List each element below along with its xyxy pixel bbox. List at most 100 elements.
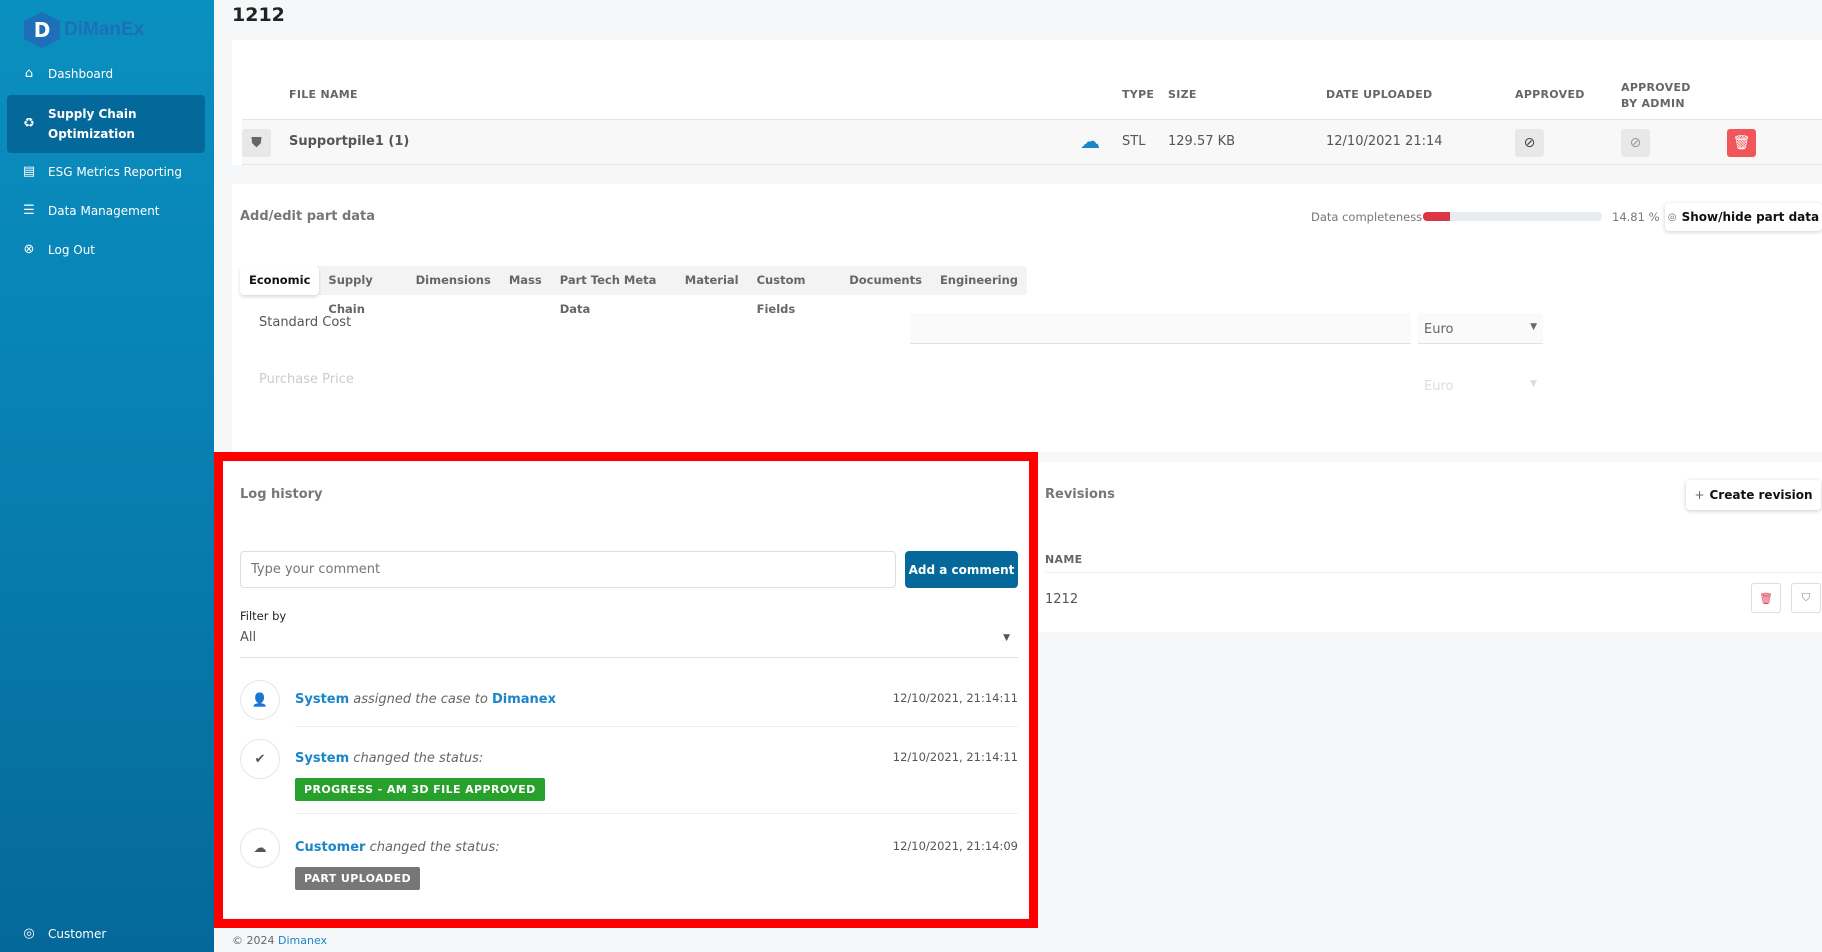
value: Euro [1424, 379, 1454, 394]
sidebar-item-logout[interactable]: ⊗ Log Out [22, 242, 95, 257]
footer: © 2024 Dimanex [232, 934, 327, 947]
caret-down-icon: ▼ [1003, 633, 1010, 643]
copyright: © 2024 [232, 934, 275, 947]
comment-input[interactable] [240, 551, 896, 588]
revisions-card: Revisions + Create revision NAME 1212 🗑 ⛉ [1038, 462, 1822, 632]
actor[interactable]: System [295, 751, 349, 766]
status-badge: PROGRESS - AM 3D FILE APPROVED [295, 778, 545, 801]
plus-icon: + [1694, 488, 1705, 502]
clipboard-icon: ▤ [22, 164, 36, 179]
label: Show/hide part data [1681, 210, 1820, 224]
tab-custom-fields[interactable]: Custom Fields [748, 266, 841, 316]
filter-label: Filter by [240, 609, 287, 623]
col-file-name: FILE NAME [289, 88, 358, 101]
label: Create revision [1709, 488, 1813, 502]
target[interactable]: Dimanex [492, 692, 556, 707]
log-history-card: Log history Add a comment Filter by All ▼… [223, 462, 1029, 918]
tab-documents[interactable]: Documents [840, 266, 931, 295]
create-revision-button[interactable]: + Create revision [1686, 480, 1821, 510]
database-icon: ☰ [23, 203, 35, 218]
caret-down-icon: ▼ [1530, 322, 1537, 332]
sidebar-item-data-management[interactable]: ☰ Data Management [22, 203, 160, 218]
label: Supply Chain Optimization [48, 107, 137, 141]
page-title: 1212 [232, 4, 285, 26]
delete-revision-button[interactable]: 🗑 [1751, 583, 1781, 613]
label: Dashboard [48, 66, 114, 81]
add-comment-button[interactable]: Add a comment [905, 551, 1018, 588]
home-icon: ⌂ [24, 66, 34, 81]
log-history-title: Log history [240, 487, 323, 502]
file-date: 12/10/2021 21:14 [1326, 134, 1443, 149]
tab-dimensions[interactable]: Dimensions [407, 266, 500, 295]
user-menu[interactable]: ◎ Customer [22, 926, 106, 941]
toggle-part-data-button[interactable]: ◎ Show/hide part data [1665, 203, 1822, 231]
col-type: TYPE [1122, 88, 1155, 101]
file-type: STL [1122, 134, 1146, 149]
user-circle-icon: ◎ [23, 926, 35, 941]
part-data-title: Add/edit part data [240, 209, 376, 224]
value: Euro [1424, 322, 1454, 337]
tab-supply-chain[interactable]: Supply Chain [319, 266, 406, 316]
col-name: NAME [1045, 553, 1083, 566]
revision-name: 1212 [1045, 592, 1079, 607]
filter-select[interactable]: All ▼ [240, 630, 1018, 658]
sidebar-item-esg[interactable]: ▤ ESG Metrics Reporting [22, 164, 182, 179]
logo-text: DiManEx [64, 19, 145, 40]
footer-link[interactable]: Dimanex [278, 934, 327, 947]
log-entry-text: Customer changed the status: [295, 840, 500, 855]
approve-button[interactable]: ⊘ [1515, 129, 1544, 157]
purchase-price-label: Purchase Price [259, 372, 354, 387]
completeness-bar [1423, 212, 1602, 221]
eye-slash-icon: ◎ [1667, 211, 1677, 223]
label: Log Out [48, 242, 96, 257]
actor[interactable]: System [295, 692, 349, 707]
cycle-icon: ♻ [23, 116, 35, 131]
file-name: Supportpile1 (1) [289, 134, 410, 149]
label: Data Management [48, 203, 160, 218]
tab-material[interactable]: Material [676, 266, 748, 295]
tab-part-tech-meta-data[interactable]: Part Tech Meta Data [551, 266, 676, 316]
sidebar: D DiManEx ⌂ Dashboard ♻ Supply Chain Optimi… [0, 0, 214, 952]
log-entry-text: System changed the status: [295, 751, 483, 766]
shield-check-icon[interactable]: ⛊ [242, 129, 271, 157]
logo-mark: D [24, 12, 60, 48]
action: changed the status: [353, 751, 484, 766]
log-entry-time: 12/10/2021, 21:14:11 [892, 750, 1018, 764]
action: changed the status: [369, 840, 500, 855]
user-name: Customer [48, 926, 107, 941]
tab-economic[interactable]: Economic [240, 266, 320, 295]
col-date: DATE UPLOADED [1326, 88, 1433, 101]
actor[interactable]: Customer [295, 840, 365, 855]
file-size: 129.57 KB [1168, 134, 1236, 149]
cloud-upload-icon: ☁ [240, 828, 280, 868]
standard-cost-label: Standard Cost [259, 315, 352, 330]
status-badge: PART UPLOADED [295, 867, 421, 890]
col-size: SIZE [1168, 88, 1197, 101]
divider [295, 813, 1018, 814]
sidebar-item-dashboard[interactable]: ⌂ Dashboard [22, 66, 113, 81]
divider [295, 726, 1018, 727]
revisions-title: Revisions [1045, 487, 1115, 502]
col-approved-admin: APPROVED BY ADMIN [1621, 81, 1691, 110]
tab-mass[interactable]: Mass [500, 266, 551, 295]
check-circle-icon: ✔ [240, 739, 280, 779]
tab-engineering[interactable]: Engineering [931, 266, 1027, 295]
delete-button[interactable]: 🗑 [1727, 129, 1756, 157]
sidebar-item-supply-chain[interactable]: ♻ Supply Chain Optimization [7, 95, 205, 153]
log-entry-time: 12/10/2021, 21:14:11 [892, 691, 1018, 705]
cloud-download-icon[interactable]: ☁ [1080, 129, 1100, 153]
value: All [240, 630, 257, 645]
completeness-value: 14.81 % [1612, 210, 1660, 224]
logo[interactable]: D DiManEx [24, 12, 144, 48]
close-circle-icon: ⊗ [23, 242, 35, 257]
part-tabs: Economic Supply Chain Dimensions Mass Part T… [240, 266, 1027, 316]
action: assigned the case to [353, 692, 488, 707]
log-entry-text: System assigned the case to Dimanex [295, 692, 556, 707]
approve-revision-button[interactable]: ⛉ [1791, 583, 1821, 613]
standard-cost-input[interactable] [910, 313, 1411, 344]
purchase-price-currency-select[interactable]: Euro ▼ [1418, 370, 1543, 401]
completeness-label: Data completeness [1311, 210, 1423, 224]
table-row: ⛊ Supportpile1 (1) ☁ STL 129.57 KB 12/10… [242, 119, 1822, 165]
standard-cost-currency-select[interactable]: Euro ▼ [1418, 313, 1543, 344]
admin-approve-button[interactable]: ⊘ [1621, 129, 1650, 157]
